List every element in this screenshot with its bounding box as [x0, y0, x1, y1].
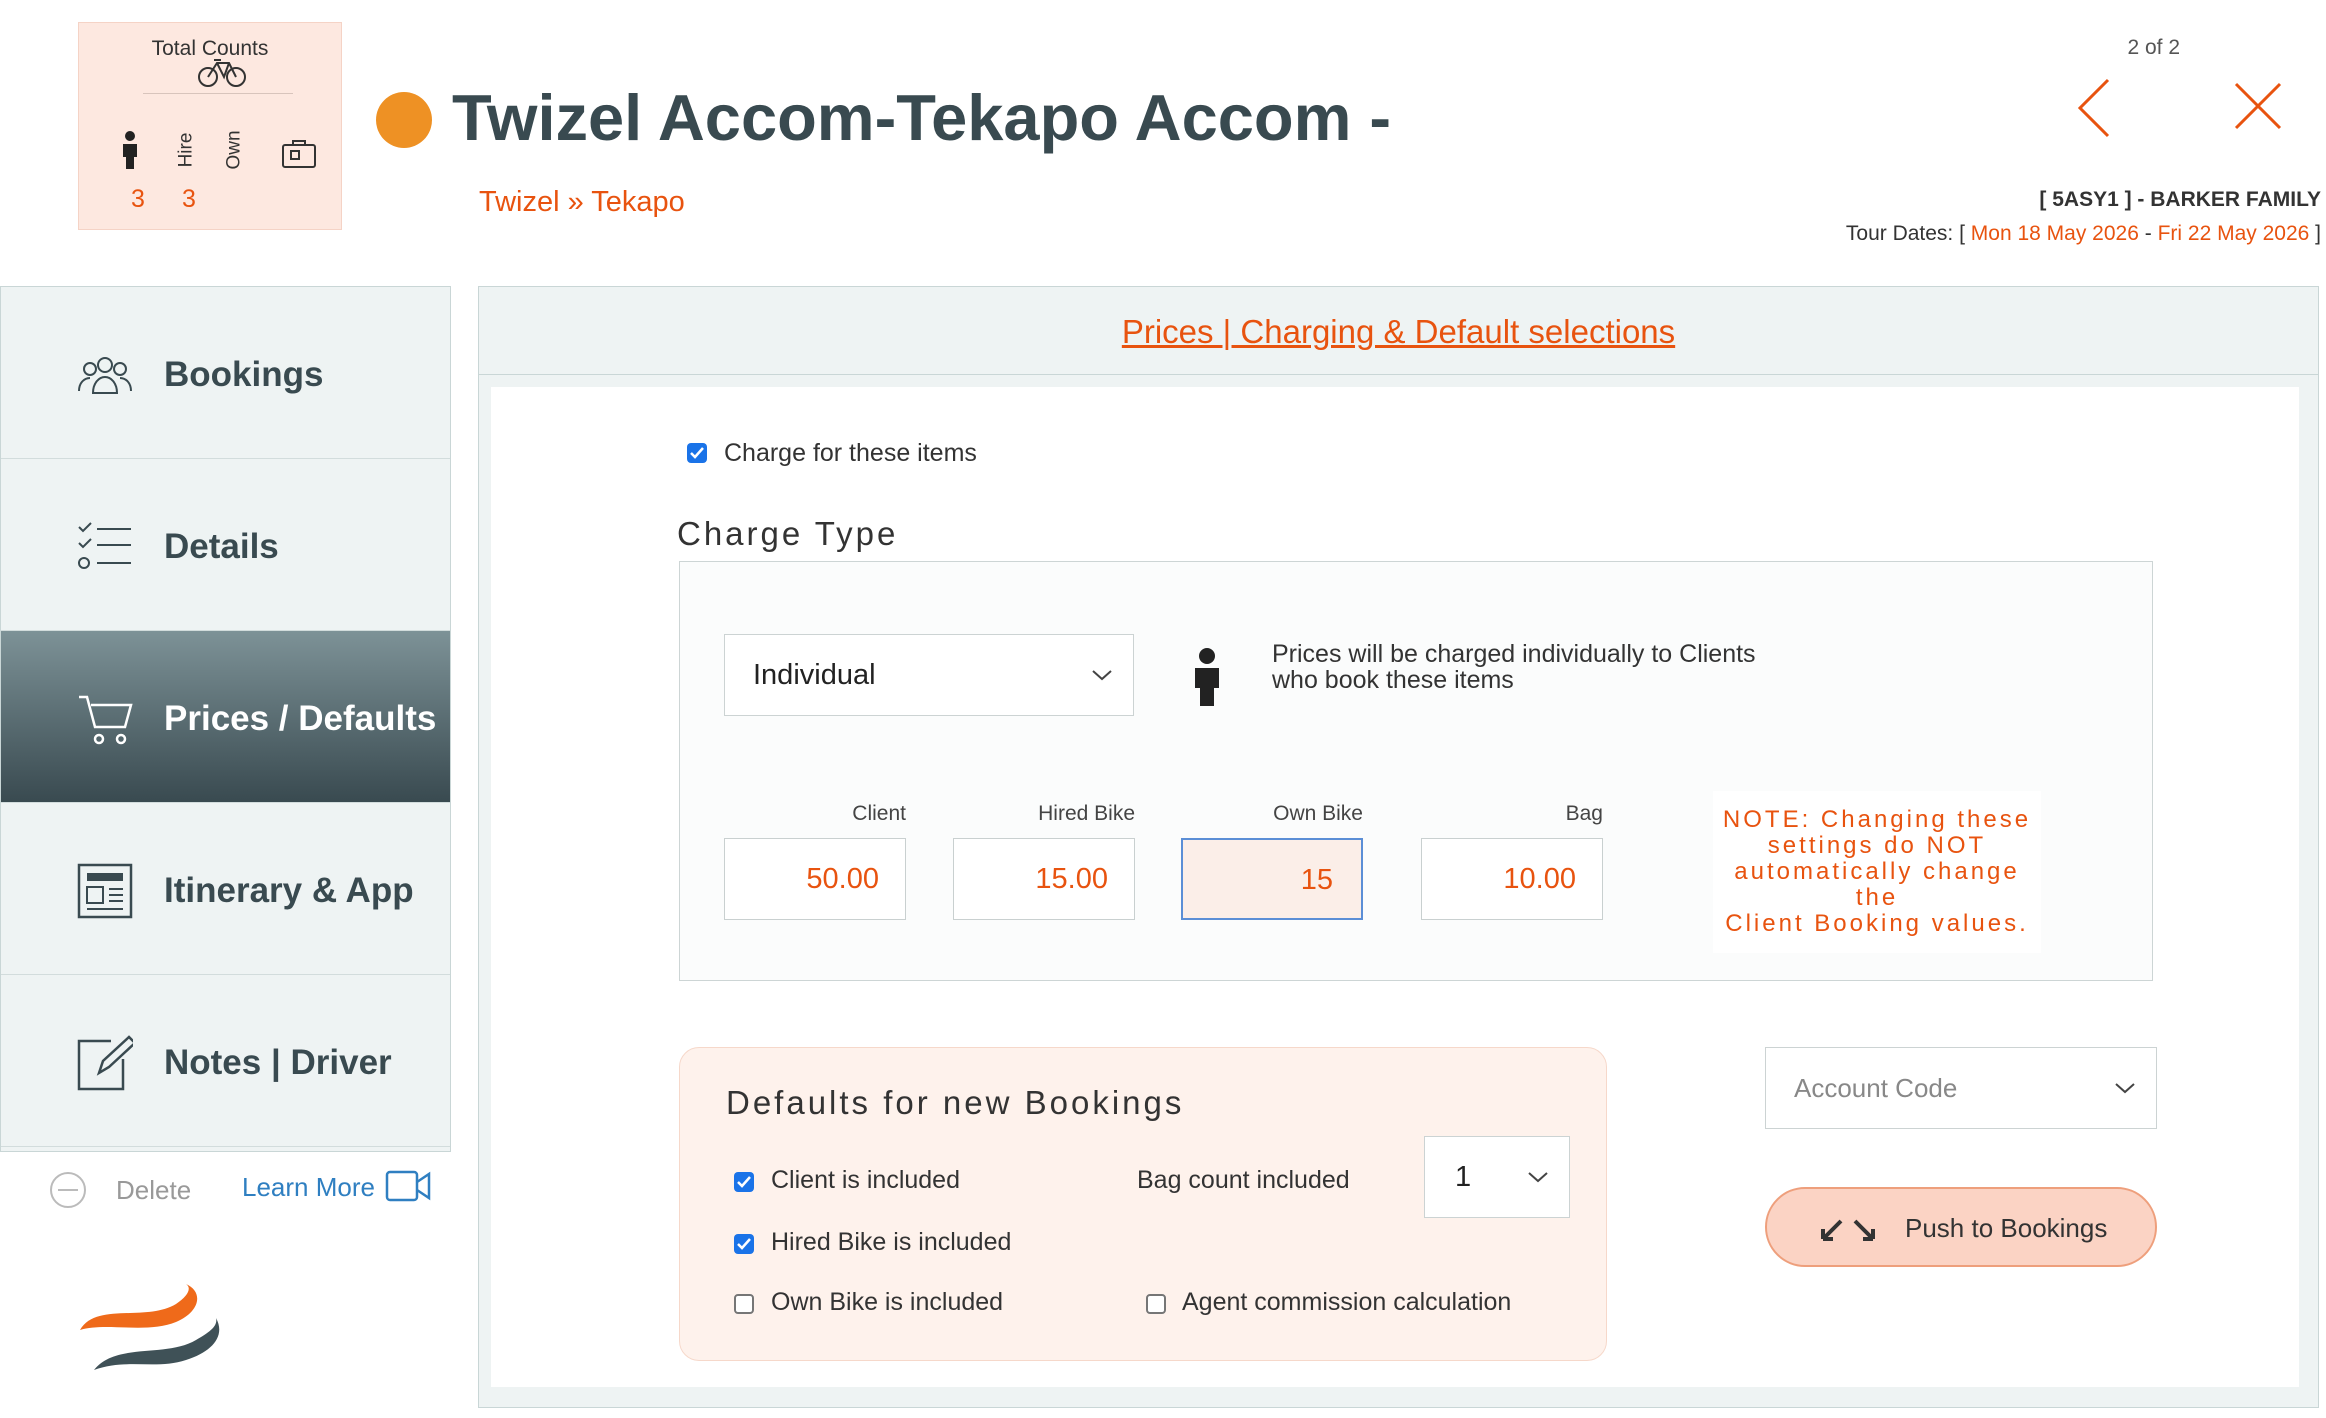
defaults-heading: Defaults for new Bookings [726, 1084, 1185, 1121]
users-icon [77, 347, 133, 403]
learn-more-link[interactable]: Learn More [242, 1172, 375, 1203]
main-panel: Prices | Charging & Default selections C… [478, 286, 2319, 1408]
chevron-down-icon [1527, 1171, 1549, 1183]
client-price-input[interactable]: 50.00 [724, 838, 906, 920]
hired-bike-included-label: Hired Bike is included [771, 1228, 1012, 1256]
bag-icon [281, 139, 317, 169]
bag-count-value: 1 [1455, 1160, 1472, 1193]
charge-type-select[interactable]: Individual [724, 634, 1134, 716]
sidebar: Bookings Details Prices / Defaults Itine… [0, 286, 451, 1152]
prices-charging-link[interactable]: Prices | Charging & Default selections [479, 313, 2318, 351]
push-to-bookings-label: Push to Bookings [1905, 1213, 2108, 1243]
video-icon[interactable] [385, 1168, 431, 1204]
note-line: Client Booking values. [1725, 910, 2029, 937]
agent-commission-label: Agent commission calculation [1182, 1288, 1512, 1316]
push-to-bookings-button[interactable]: Push to Bookings [1765, 1187, 2157, 1267]
sidebar-item-label: Bookings [164, 355, 324, 394]
client-included-checkbox[interactable] [734, 1172, 754, 1192]
tour-dates-separator: - [2138, 222, 2158, 245]
own-bike-price-label: Own Bike [1273, 802, 1363, 825]
breadcrumb[interactable]: Twizel » Tekapo [479, 186, 685, 219]
bag-count-select[interactable]: 1 [1424, 1136, 1570, 1218]
pager-text: 2 of 2 [2127, 36, 2180, 59]
delete-button[interactable]: Delete [48, 1170, 191, 1210]
status-dot [376, 92, 432, 148]
sidebar-item-details[interactable]: Details [1, 459, 450, 631]
expand-arrows-icon [1819, 1213, 1877, 1243]
hired-bike-price-input[interactable]: 15.00 [953, 838, 1135, 920]
sidebar-item-notes-driver[interactable]: Notes | Driver [1, 975, 450, 1147]
person-icon [121, 131, 139, 169]
chevron-down-icon [1091, 669, 1113, 681]
edit-icon [77, 1035, 133, 1091]
main-header: Prices | Charging & Default selections [479, 287, 2318, 375]
charge-desc-line2: who book these items [1272, 666, 1514, 694]
hired-bike-price-label: Hired Bike [1038, 802, 1135, 825]
hire-label: Hire [175, 132, 197, 168]
note-line: settings do NOT [1767, 832, 1987, 859]
sidebar-item-label: Itinerary & App [164, 871, 414, 910]
cart-icon [77, 691, 133, 747]
charge-type-value: Individual [753, 658, 876, 691]
own-bike-price-input[interactable]: 15 [1181, 838, 1363, 920]
sidebar-item-label: Details [164, 527, 279, 566]
account-code-select[interactable]: Account Code [1765, 1047, 2157, 1129]
note-line: automatically change the [1734, 858, 2020, 911]
bag-price-input[interactable]: 10.00 [1421, 838, 1603, 920]
sidebar-item-prices-defaults[interactable]: Prices / Defaults [1, 631, 450, 803]
chevron-down-icon [2114, 1082, 2136, 1094]
settings-note: NOTE: Changing these settings do NOT aut… [1713, 791, 2041, 953]
tour-id: [ 5ASY1 ] - BARKER FAMILY [2039, 188, 2321, 211]
page-title: Twizel Accom-Tekapo Accom - [452, 81, 1392, 154]
counts-divider [143, 93, 293, 94]
agent-commission-checkbox[interactable] [1146, 1294, 1166, 1314]
tour-start-date: Mon 18 May 2026 [1970, 222, 2139, 245]
own-bike-included-label: Own Bike is included [771, 1288, 1004, 1316]
client-included-label: Client is included [771, 1166, 960, 1194]
defaults-panel: Defaults for new Bookings Client is incl… [679, 1047, 1607, 1361]
delete-label: Delete [116, 1175, 192, 1205]
previous-icon[interactable] [2074, 76, 2114, 140]
charge-items-checkbox[interactable] [687, 443, 707, 463]
sidebar-item-bookings[interactable]: Bookings [1, 287, 450, 459]
bag-count-label: Bag count included [1137, 1166, 1350, 1194]
person-count: 3 [131, 185, 145, 213]
close-icon[interactable] [2232, 80, 2284, 132]
bag-price-label: Bag [1565, 802, 1603, 825]
checklist-icon [77, 519, 133, 575]
own-bike-included-checkbox[interactable] [734, 1294, 754, 1314]
person-icon [1192, 648, 1222, 706]
company-logo [76, 1282, 222, 1378]
tour-end-date: Fri 22 May 2026 [2157, 222, 2310, 245]
client-price-label: Client [852, 802, 906, 825]
newspaper-icon [77, 863, 133, 919]
note-line: NOTE: Changing these [1722, 806, 2032, 833]
hired-bike-included-checkbox[interactable] [734, 1234, 754, 1254]
charge-type-heading: Charge Type [677, 515, 899, 552]
own-label: Own [223, 130, 245, 170]
tour-dates: Tour Dates: [ Mon 18 May 2026 - Fri 22 M… [1700, 222, 2321, 246]
charge-items-label: Charge for these items [724, 439, 977, 467]
account-code-placeholder: Account Code [1794, 1072, 1958, 1103]
tour-dates-close: ] [2309, 222, 2321, 245]
sidebar-item-label: Prices / Defaults [164, 699, 437, 738]
sidebar-item-itinerary-app[interactable]: Itinerary & App [1, 803, 450, 975]
tour-dates-label: Tour Dates: [ [1845, 222, 1965, 245]
hire-count: 3 [182, 185, 196, 213]
charge-desc-line1: Prices will be charged individually to C… [1272, 640, 1756, 668]
content-card: Charge for these items Charge Type Indiv… [491, 387, 2299, 1387]
sidebar-item-label: Notes | Driver [164, 1043, 392, 1082]
total-counts-panel: Total Counts Hire Own 3 3 [78, 22, 342, 230]
minus-circle-icon [50, 1172, 86, 1208]
bicycle-icon [197, 57, 247, 87]
